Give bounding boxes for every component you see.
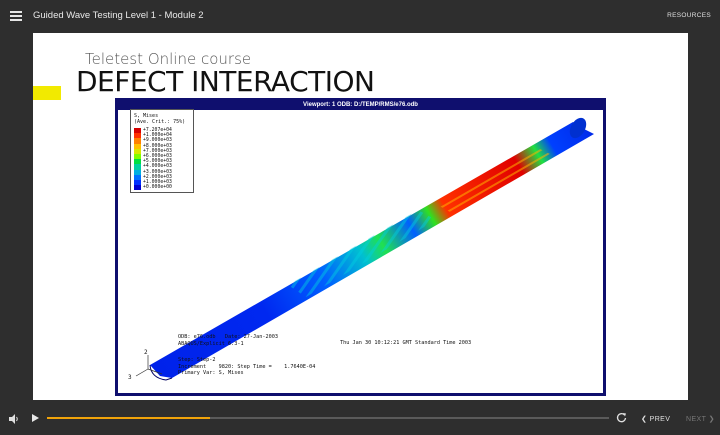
timestamp-text: Thu Jan 30 10:12:21 GMT Standard Time 20… [340,340,472,346]
simulation-viewport: Viewport: 1 ODB: D:/TEMP/RMS/e76.odb 2 3… [115,98,606,396]
accent-bar [33,86,61,100]
replay-icon[interactable] [616,412,627,423]
progress-fill [47,417,210,419]
player-app: Guided Wave Testing Level 1 - Module 2 R… [0,0,720,435]
player-controls: ❮ PREV NEXT ❯ [0,405,720,435]
progress-bar[interactable] [47,417,609,419]
chevron-left-icon: ❮ [641,416,650,423]
legend-title-line-2: (Ave. Crit.: 75%) [134,119,186,125]
next-label: NEXT [686,416,707,423]
legend-swatch [134,185,141,191]
slide-title: DEFECT INTERACTION [76,65,375,98]
volume-icon[interactable] [8,413,20,425]
odb-info-text: ODB: e76.odb Date: 27-Jan-2003 ABAQUS/Ex… [178,334,278,347]
next-button[interactable]: NEXT ❯ [686,415,715,423]
chevron-right-icon: ❯ [706,416,715,423]
slide: Teletest Online course DEFECT INTERACTIO… [33,33,688,400]
prev-label: PREV [649,416,671,423]
hamburger-menu-icon[interactable] [10,11,22,21]
course-title: Guided Wave Testing Level 1 - Module 2 [33,10,204,21]
legend-rows: +7.207e+04 +1.000e+04 +9.000e+03 +8.000e+03… [134,128,190,191]
step-info-text: Step: Step-2 Increment 9820: Step Time =… [178,357,316,376]
stress-legend: S, Mises (Ave. Crit.: 75%) +7.207e+04 +1.… [130,109,194,193]
resources-button[interactable]: RESOURCES [667,12,711,19]
legend-value: +0.000e+00 [143,185,172,191]
legend-row: +0.000e+00 [134,185,190,191]
axis-label-y: 2 [144,349,148,356]
prev-button[interactable]: ❮ PREV [641,415,670,423]
play-icon[interactable] [30,413,40,423]
top-bar: Guided Wave Testing Level 1 - Module 2 R… [0,0,720,32]
axis-label-z: 3 [128,374,132,381]
